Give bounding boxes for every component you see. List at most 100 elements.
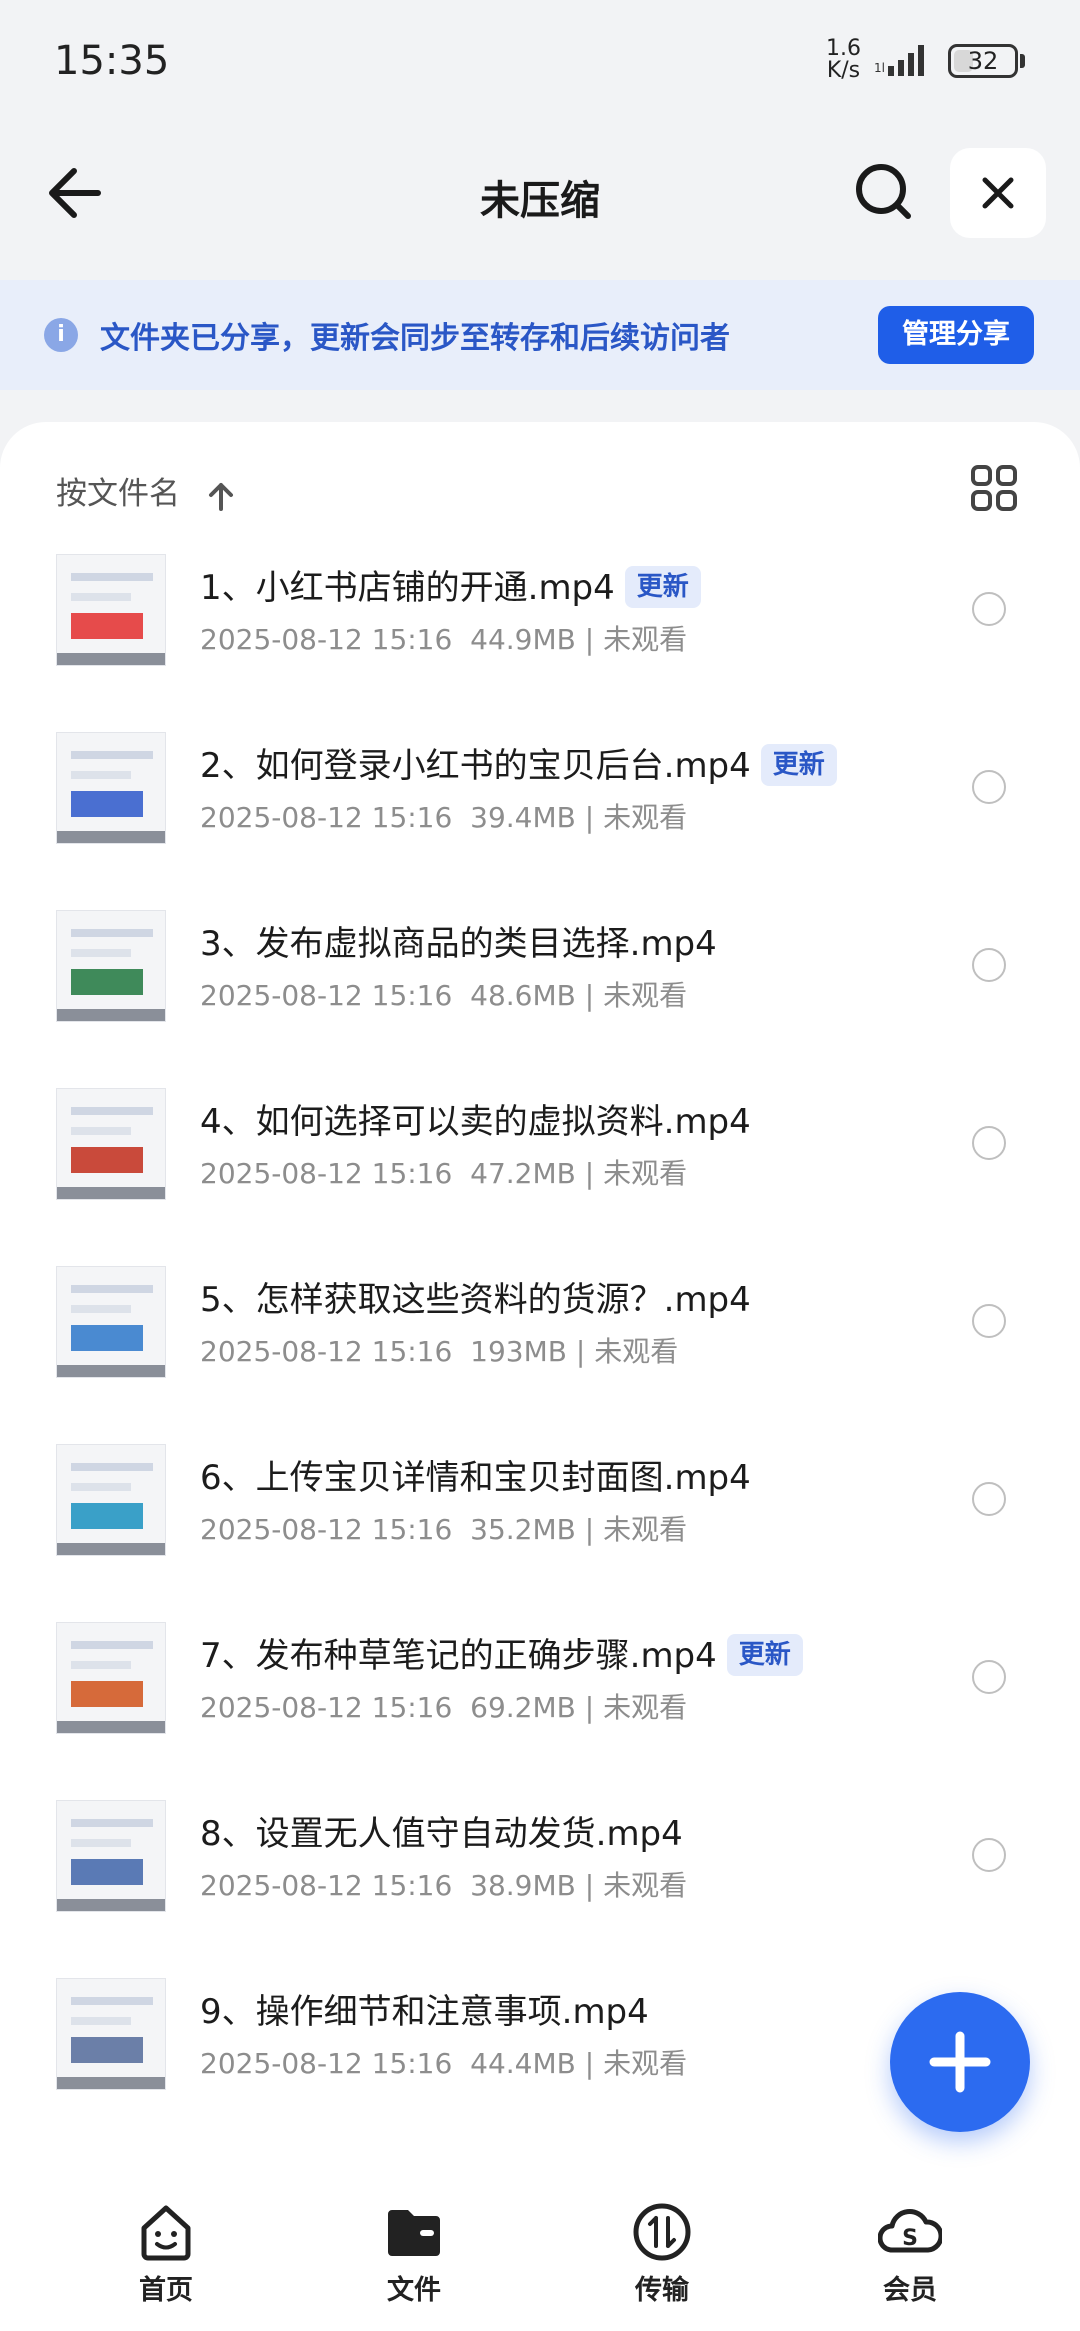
meta-separator: | (575, 801, 604, 834)
file-name: 7、发布种草笔记的正确步骤.mp4 更新 (200, 1628, 803, 1677)
file-name: 4、如何选择可以卖的虚拟资料.mp4 (200, 1094, 751, 1143)
video-thumbnail (56, 910, 166, 1022)
file-name: 1、小红书店铺的开通.mp4 更新 (200, 560, 701, 609)
search-button[interactable] (848, 156, 920, 228)
file-row[interactable]: 1、小红书店铺的开通.mp4 更新 2025-08-12 15:16 44.9MB … (0, 548, 1080, 726)
close-button[interactable] (950, 148, 1046, 238)
meta-separator: | (575, 2047, 604, 2080)
meta-separator: | (566, 1335, 595, 1368)
battery-tip (1020, 54, 1025, 68)
meta-separator: | (575, 1691, 604, 1724)
watch-status: 未观看 (603, 623, 688, 656)
sort-label: 按文件名 (56, 476, 180, 512)
nav-transfer-label: 传输 (635, 2275, 689, 2306)
file-date: 2025-08-12 15:16 (200, 1157, 453, 1190)
nav-files-label: 文件 (387, 2275, 441, 2306)
meta-separator: | (575, 1869, 604, 1902)
file-size: 48.6MB (470, 979, 576, 1012)
file-date: 2025-08-12 15:16 (200, 1869, 453, 1902)
network-speed-unit: K/s (826, 58, 861, 83)
file-row[interactable]: 8、设置无人值守自动发货.mp4 2025-08-12 15:16 38.9MB … (0, 1794, 1080, 1972)
file-meta: 2025-08-12 15:16 35.2MB | 未观看 (200, 1508, 687, 1548)
membership-icon: S (878, 2209, 942, 2253)
nav-home[interactable]: 首页 (86, 2200, 246, 2310)
watch-status: 未观看 (603, 801, 688, 834)
file-date: 2025-08-12 15:16 (200, 979, 453, 1012)
info-icon: i (44, 318, 78, 352)
select-radio[interactable] (972, 770, 1006, 804)
add-button[interactable] (890, 1992, 1030, 2132)
bottom-nav: 首页 文件 传输 S 会员 (0, 2172, 1080, 2331)
select-radio[interactable] (972, 1838, 1006, 1872)
file-size: 39.4MB (470, 801, 576, 834)
signal-icon: 1l (874, 45, 924, 76)
file-name: 8、设置无人值守自动发货.mp4 (200, 1806, 683, 1855)
file-date: 2025-08-12 15:16 (200, 1335, 453, 1368)
file-name: 2、如何登录小红书的宝贝后台.mp4 更新 (200, 738, 837, 787)
file-name-text: 4、如何选择可以卖的虚拟资料.mp4 (200, 1102, 751, 1142)
select-radio[interactable] (972, 1660, 1006, 1694)
nav-files[interactable]: 文件 (334, 2200, 494, 2310)
file-size: 35.2MB (470, 1513, 576, 1546)
file-row[interactable]: 2、如何登录小红书的宝贝后台.mp4 更新 2025-08-12 15:16 39.… (0, 726, 1080, 904)
nav-transfer[interactable]: 传输 (582, 2200, 742, 2310)
grid-view-button[interactable] (970, 464, 1018, 512)
select-radio[interactable] (972, 1126, 1006, 1160)
file-date: 2025-08-12 15:16 (200, 623, 453, 656)
arrow-up-icon (208, 482, 233, 511)
header: 未压缩 (0, 130, 1080, 280)
close-icon (982, 177, 1014, 209)
manage-share-button[interactable]: 管理分享 (878, 306, 1034, 364)
select-radio[interactable] (972, 1482, 1006, 1516)
select-radio[interactable] (972, 948, 1006, 982)
file-name-text: 7、发布种草笔记的正确步骤.mp4 (200, 1636, 717, 1676)
back-button[interactable] (40, 158, 110, 228)
nav-membership[interactable]: S 会员 (830, 2200, 990, 2310)
video-thumbnail (56, 1088, 166, 1200)
file-meta: 2025-08-12 15:16 69.2MB | 未观看 (200, 1686, 687, 1726)
meta-separator: | (575, 979, 604, 1012)
file-size: 44.9MB (470, 623, 576, 656)
video-thumbnail (56, 554, 166, 666)
video-thumbnail (56, 1444, 166, 1556)
watch-status: 未观看 (603, 1157, 688, 1190)
file-name: 3、发布虚拟商品的类目选择.mp4 (200, 916, 717, 965)
file-name-text: 1、小红书店铺的开通.mp4 (200, 568, 615, 608)
file-date: 2025-08-12 15:16 (200, 1691, 453, 1724)
watch-status: 未观看 (603, 1869, 688, 1902)
file-meta: 2025-08-12 15:16 193MB | 未观看 (200, 1330, 678, 1370)
sort-control[interactable]: 按文件名 (56, 468, 236, 513)
nav-home-label: 首页 (139, 2275, 193, 2306)
file-row[interactable]: 6、上传宝贝详情和宝贝封面图.mp4 2025-08-12 15:16 35.2M… (0, 1438, 1080, 1616)
video-thumbnail (56, 1266, 166, 1378)
battery-icon: 32 (948, 44, 1018, 78)
file-size: 193MB (470, 1335, 567, 1368)
file-date: 2025-08-12 15:16 (200, 2047, 453, 2080)
file-name-text: 6、上传宝贝详情和宝贝封面图.mp4 (200, 1458, 751, 1498)
update-badge: 更新 (624, 566, 701, 608)
svg-text:S: S (902, 2226, 918, 2251)
file-row[interactable]: 7、发布种草笔记的正确步骤.mp4 更新 2025-08-12 15:16 69.2… (0, 1616, 1080, 1794)
watch-status: 未观看 (603, 2047, 688, 2080)
file-row[interactable]: 3、发布虚拟商品的类目选择.mp4 2025-08-12 15:16 48.6MB… (0, 904, 1080, 1082)
transfer-icon (633, 2203, 691, 2261)
battery-percent: 32 (967, 47, 999, 75)
file-meta: 2025-08-12 15:16 44.4MB | 未观看 (200, 2042, 687, 2082)
update-badge: 更新 (726, 1634, 803, 1676)
grid-view-icon (971, 465, 1017, 511)
share-banner: i 文件夹已分享，更新会同步至转存和后续访问者 管理分享 (0, 280, 1080, 390)
select-radio[interactable] (972, 1304, 1006, 1338)
file-meta: 2025-08-12 15:16 38.9MB | 未观看 (200, 1864, 687, 1904)
file-row[interactable]: 4、如何选择可以卖的虚拟资料.mp4 2025-08-12 15:16 47.2M… (0, 1082, 1080, 1260)
video-thumbnail (56, 1622, 166, 1734)
network-speed: 1.6 K/s (826, 38, 861, 82)
file-list-panel: 按文件名 1、小红书店铺的开通.mp4 更新 2025-08-12 15:16 44… (0, 422, 1080, 2172)
plus-icon (929, 2031, 991, 2093)
select-radio[interactable] (972, 592, 1006, 626)
meta-separator: | (575, 1513, 604, 1546)
video-thumbnail (56, 732, 166, 844)
svg-text:1l: 1l (874, 61, 885, 75)
watch-status: 未观看 (603, 1691, 688, 1724)
file-row[interactable]: 5、怎样获取这些资料的货源？.mp4 2025-08-12 15:16 193MB… (0, 1260, 1080, 1438)
meta-separator: | (575, 1157, 604, 1190)
